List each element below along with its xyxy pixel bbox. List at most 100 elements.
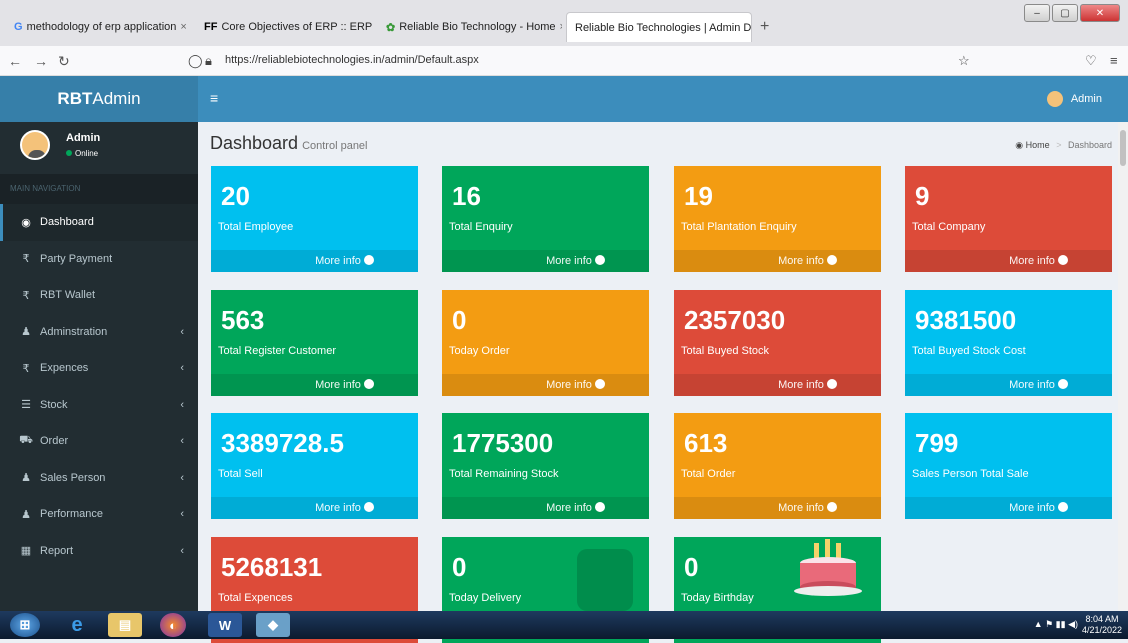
start-button[interactable]: ⊞: [10, 613, 40, 637]
more-info-link[interactable]: More info: [442, 374, 649, 396]
stat-value: 3389728.5: [221, 428, 344, 458]
stat-box-total-employee: 20 Total Employee More info: [211, 166, 418, 272]
sidebar-item-sales-person[interactable]: ♟ Sales Person ‹: [0, 460, 198, 497]
more-info-text: More info: [546, 379, 592, 391]
lock-icon[interactable]: 🔒︎: [205, 53, 212, 69]
internet-explorer-icon[interactable]: e: [60, 613, 94, 637]
sidebar-item-party-payment[interactable]: ₹ Party Payment: [0, 241, 198, 278]
sidebar-item-dashboard[interactable]: ◉ Dashboard: [0, 204, 198, 241]
hamburger-icon[interactable]: ≡: [210, 90, 218, 106]
sidebar-item-performance[interactable]: ♟ Performance ‹: [0, 496, 198, 533]
app-logo[interactable]: RBT Admin: [0, 76, 198, 122]
stat-value: 2357030: [684, 305, 786, 335]
tab-label: Core Objectives of ERP :: ERP In: [221, 21, 374, 33]
windows-taskbar: ⊞ e ▤ ◐ W ◆ ▲ ⚑ ▮▮ ◀) 8:04 AM 4/21/2022: [0, 611, 1128, 639]
breadcrumb-current: Dashboard: [1067, 140, 1112, 150]
sidebar-item-label: Stock: [40, 398, 68, 411]
users-icon: ♟: [21, 472, 31, 485]
more-info-link[interactable]: More info: [211, 374, 418, 396]
arrow-circle-right-icon: [594, 379, 605, 389]
user-panel: Admin Online: [0, 122, 198, 174]
more-info-text: More info: [546, 255, 592, 267]
more-info-link[interactable]: More info: [442, 497, 649, 519]
rupee-icon: ₹: [22, 253, 30, 266]
more-info-link[interactable]: More info: [674, 250, 881, 272]
tab-admin-dashboard[interactable]: Reliable Bio Technologies | Admin D ×: [566, 12, 752, 42]
close-tab-icon[interactable]: ×: [180, 21, 186, 33]
sidebar-item-report[interactable]: ▦ Report ‹: [0, 533, 198, 570]
sidebar-item-label: Party Payment: [40, 252, 113, 265]
reload-icon[interactable]: ↻: [58, 53, 70, 70]
sidebar-item-label: Expences: [40, 362, 89, 375]
user-status: Online: [66, 149, 98, 158]
stat-label: Total Buyed Stock: [681, 345, 770, 357]
clock[interactable]: 8:04 AM 4/21/2022: [1082, 614, 1122, 636]
scrollbar[interactable]: [1118, 122, 1128, 611]
sidebar-item-rbt-wallet[interactable]: ₹ RBT Wallet: [0, 277, 198, 314]
stat-box-total-enquiry: 16 Total Enquiry More info: [442, 166, 649, 272]
dashboard-icon: ◉: [1015, 140, 1024, 150]
user-menu[interactable]: Admin: [1046, 91, 1102, 107]
arrow-circle-right-icon: [363, 379, 374, 389]
more-info-link[interactable]: More info: [211, 250, 418, 272]
app-icon[interactable]: ◆: [256, 613, 290, 637]
stat-box-total-remaining-stock: 1775300 Total Remaining Stock More info: [442, 413, 649, 519]
more-info-link[interactable]: More info: [905, 374, 1112, 396]
stat-box-total-order: 613 Total Order More info: [674, 413, 881, 519]
word-icon[interactable]: W: [208, 613, 242, 637]
tab-label: Reliable Bio Technology - Home: [399, 21, 556, 33]
sidebar-menu: ◉ Dashboard ₹ Party Payment ₹ RBT Wallet ♟ Admi…: [0, 204, 198, 569]
chevron-left-icon: ‹: [180, 508, 184, 521]
shield-icon[interactable]: ◯: [188, 53, 203, 69]
tab-core-objectives[interactable]: FF Core Objectives of ERP :: ERP In ×: [196, 12, 374, 42]
stat-box-total-plantation-enquiry: 19 Total Plantation Enquiry More info: [674, 166, 881, 272]
tab-reliable-home[interactable]: ✿ Reliable Bio Technology - Home ×: [378, 12, 562, 42]
stat-label: Today Birthday: [681, 592, 754, 604]
more-info-link[interactable]: More info: [674, 497, 881, 519]
bookmark-star-icon[interactable]: ☆: [958, 53, 970, 69]
close-window-button[interactable]: ✕: [1080, 4, 1120, 22]
close-tab-icon[interactable]: ×: [560, 21, 562, 33]
sidebar-item-stock[interactable]: ☰ Stock ‹: [0, 387, 198, 424]
sidebar-item-label: Sales Person: [40, 471, 106, 484]
url-input[interactable]: https://reliablebiotechnologies.in/admin…: [225, 54, 479, 66]
pocket-icon[interactable]: ♡: [1085, 53, 1097, 69]
more-info-link[interactable]: More info: [905, 250, 1112, 272]
sidebar-item-expences[interactable]: ₹ Expences ‹: [0, 350, 198, 387]
arrow-circle-right-icon: [594, 502, 605, 512]
more-info-link[interactable]: More info: [674, 374, 881, 396]
sidebar-item-order[interactable]: ⛟ Order ‹: [0, 423, 198, 460]
more-info-link[interactable]: More info: [442, 250, 649, 272]
more-info-link[interactable]: More info: [211, 497, 418, 519]
system-tray[interactable]: ▲ ⚑ ▮▮ ◀): [1034, 619, 1078, 630]
page-subtitle: Control panel: [302, 140, 368, 152]
sidebar-item-adminstration[interactable]: ♟ Adminstration ‹: [0, 314, 198, 351]
tab-methodology[interactable]: G methodology of erp application ×: [6, 12, 192, 42]
stat-value: 9: [915, 181, 930, 211]
stat-box-total-buyed-stock-cost: 9381500 Total Buyed Stock Cost More info: [905, 290, 1112, 396]
breadcrumb-home[interactable]: Home: [1026, 140, 1050, 150]
page-title: Dashboard Control panel: [210, 133, 368, 154]
file-explorer-icon[interactable]: ▤: [108, 613, 142, 637]
stat-label: Total Order: [681, 468, 736, 480]
clock-time: 8:04 AM: [1085, 614, 1119, 624]
arrow-circle-right-icon: [1057, 502, 1068, 512]
chevron-left-icon: ‹: [180, 398, 184, 411]
firefox-icon[interactable]: ◐: [160, 613, 186, 637]
stat-value: 799: [915, 428, 959, 458]
minimize-button[interactable]: –: [1024, 4, 1050, 22]
stat-box-sales-person-total-sale: 799 Sales Person Total Sale More info: [905, 413, 1112, 519]
scrollbar-thumb[interactable]: [1120, 130, 1126, 166]
status-text: Online: [75, 149, 99, 158]
forward-icon[interactable]: →: [34, 53, 48, 69]
more-info-link[interactable]: More info: [905, 497, 1112, 519]
back-icon[interactable]: ←: [8, 53, 22, 69]
arrow-circle-right-icon: [363, 502, 374, 512]
breadcrumb: ◉ Home > Dashboard: [1015, 140, 1112, 151]
stat-label: Total Company: [912, 221, 986, 233]
menu-icon[interactable]: ≡: [1110, 53, 1118, 68]
page-title-text: Dashboard: [210, 133, 299, 153]
stat-box-total-buyed-stock: 2357030 Total Buyed Stock More info: [674, 290, 881, 396]
new-tab-button[interactable]: +: [760, 18, 769, 36]
maximize-button[interactable]: ▢: [1052, 4, 1078, 22]
